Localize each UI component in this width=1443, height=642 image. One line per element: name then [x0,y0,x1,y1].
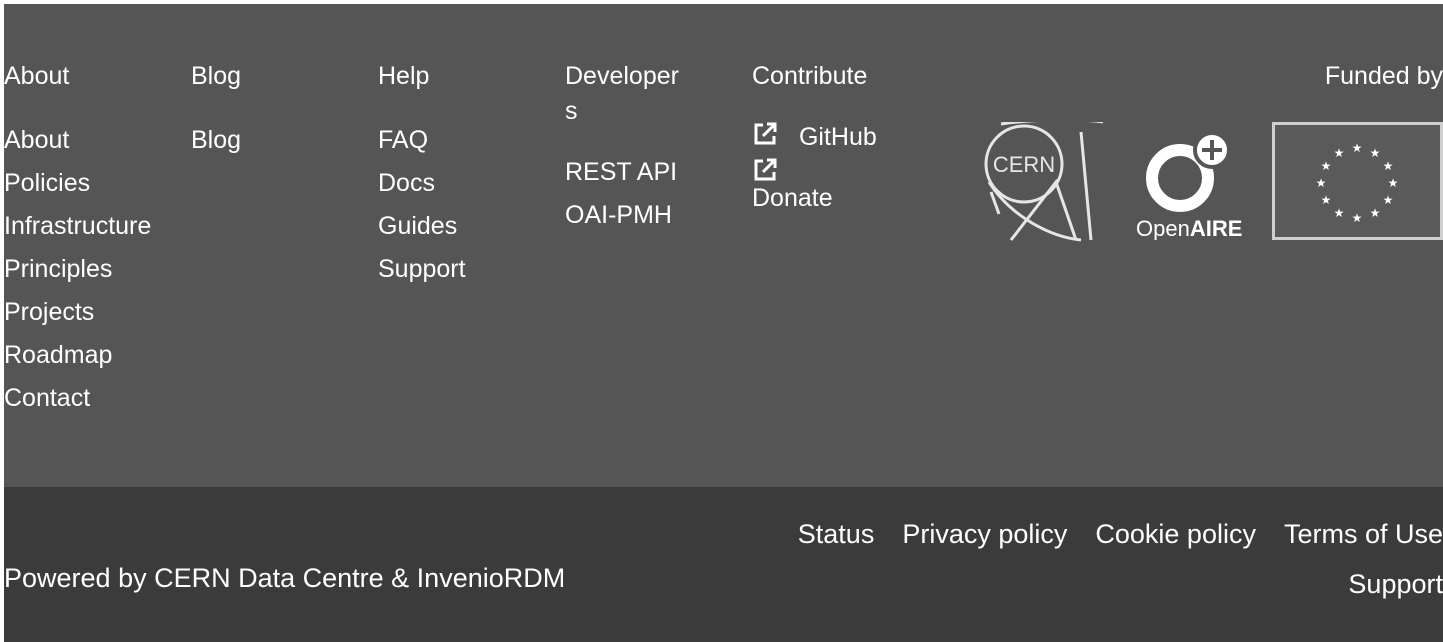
powered-by-text: Powered by CERN Data Centre & InvenioRDM [4,563,566,593]
legal-links: Status Privacy policy Cookie policy Terms o… [770,518,1443,550]
support-bottom-link[interactable]: Support [1348,568,1443,600]
cookie-policy-link[interactable]: Cookie policy [1095,519,1256,549]
privacy-policy-link[interactable]: Privacy policy [902,519,1067,549]
terms-of-use-link[interactable]: Terms of Use [1284,519,1443,549]
footer-bottom-content: Powered by CERN Data Centre & InvenioRDM… [4,0,1443,642]
status-link[interactable]: Status [798,519,875,549]
